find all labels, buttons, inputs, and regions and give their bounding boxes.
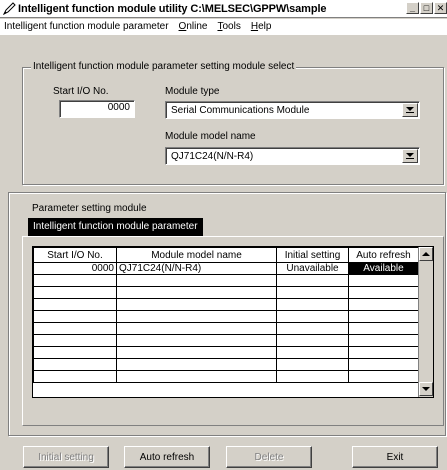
cell-start-io[interactable] bbox=[33, 370, 117, 383]
cell-auto-refresh[interactable] bbox=[348, 274, 419, 287]
chevron-down-icon[interactable] bbox=[402, 103, 418, 117]
menu-help[interactable]: Help bbox=[247, 21, 278, 32]
table-row[interactable] bbox=[33, 298, 419, 311]
module-model-value: QJ71C24(N/N-R4) bbox=[171, 150, 254, 162]
grid-vertical-scrollbar[interactable] bbox=[418, 247, 433, 397]
cell-module-model[interactable] bbox=[116, 370, 277, 383]
scroll-up-button[interactable] bbox=[419, 247, 433, 261]
cell-start-io[interactable] bbox=[33, 322, 117, 335]
close-button[interactable]: ✕ bbox=[434, 2, 447, 14]
menu-tools[interactable]: Tools bbox=[213, 21, 246, 32]
cell-module-model[interactable] bbox=[116, 310, 277, 323]
menu-label-rest: ools bbox=[222, 21, 241, 32]
maximize-button[interactable]: □ bbox=[420, 2, 433, 14]
cell-module-model[interactable] bbox=[116, 334, 277, 347]
parameter-grid: Start I/O No. Module model name Initial … bbox=[32, 246, 434, 398]
module-type-select[interactable]: Serial Communications Module bbox=[165, 101, 420, 119]
cell-start-io[interactable] bbox=[33, 346, 117, 359]
table-row[interactable] bbox=[33, 370, 419, 383]
tab-intelligent-function-module-parameter[interactable]: Intelligent function module parameter bbox=[28, 218, 203, 236]
cell-module-model[interactable] bbox=[116, 286, 277, 299]
menu-label-rest: nline bbox=[186, 21, 208, 32]
cell-initial-setting[interactable] bbox=[276, 310, 349, 323]
menu-label: Intelligent function module parameter bbox=[4, 21, 169, 32]
cell-module-model[interactable] bbox=[116, 298, 277, 311]
cell-module-model[interactable] bbox=[116, 322, 277, 335]
menu-intelligent-function-module-parameter[interactable]: Intelligent function module parameter bbox=[0, 21, 175, 32]
cell-initial-setting[interactable] bbox=[276, 322, 349, 335]
cell-auto-refresh[interactable] bbox=[348, 298, 419, 311]
cell-auto-refresh[interactable] bbox=[348, 334, 419, 347]
column-header-module-model[interactable]: Module model name bbox=[116, 247, 277, 263]
cell-initial-setting[interactable] bbox=[276, 298, 349, 311]
cell-initial-setting[interactable] bbox=[276, 346, 349, 359]
cell-module-model[interactable] bbox=[116, 346, 277, 359]
cell-start-io[interactable] bbox=[33, 358, 117, 371]
window-title: Intelligent function module utility C:\M… bbox=[18, 2, 327, 15]
window-controls: _ □ ✕ bbox=[406, 2, 447, 14]
minimize-button[interactable]: _ bbox=[406, 2, 419, 14]
module-type-value: Serial Communications Module bbox=[171, 104, 310, 116]
cell-module-model[interactable]: QJ71C24(N/N-R4) bbox=[116, 262, 277, 275]
cell-auto-refresh[interactable] bbox=[348, 310, 419, 323]
table-header-row: Start I/O No. Module model name Initial … bbox=[33, 247, 419, 263]
cell-auto-refresh[interactable]: Available bbox=[348, 262, 419, 275]
start-io-input[interactable]: 0000 bbox=[59, 100, 135, 118]
triangle-up-icon bbox=[422, 252, 430, 256]
cell-initial-setting[interactable] bbox=[276, 370, 349, 383]
cell-auto-refresh[interactable] bbox=[348, 322, 419, 335]
column-header-start-io[interactable]: Start I/O No. bbox=[33, 247, 117, 263]
initial-setting-button[interactable]: Initial setting bbox=[23, 446, 109, 468]
cell-start-io[interactable] bbox=[33, 274, 117, 287]
exit-button[interactable]: Exit bbox=[352, 446, 438, 468]
module-type-label: Module type bbox=[165, 86, 220, 97]
cell-start-io[interactable]: 0000 bbox=[33, 262, 117, 275]
cell-initial-setting[interactable] bbox=[276, 274, 349, 287]
cell-module-model[interactable] bbox=[116, 358, 277, 371]
module-select-group: Intelligent function module parameter se… bbox=[22, 61, 444, 185]
pen-icon bbox=[2, 2, 16, 16]
cell-module-model[interactable] bbox=[116, 274, 277, 287]
menu-bar: Intelligent function module parameter On… bbox=[0, 19, 447, 35]
cell-auto-refresh[interactable] bbox=[348, 370, 419, 383]
auto-refresh-button[interactable]: Auto refresh bbox=[124, 446, 210, 468]
cell-initial-setting[interactable] bbox=[276, 358, 349, 371]
cell-start-io[interactable] bbox=[33, 310, 117, 323]
table-row[interactable] bbox=[33, 322, 419, 335]
delete-button[interactable]: Delete bbox=[226, 446, 312, 468]
table-row[interactable] bbox=[33, 334, 419, 347]
app-window: Intelligent function module utility C:\M… bbox=[0, 0, 447, 470]
parameter-table: Start I/O No. Module model name Initial … bbox=[33, 247, 419, 383]
parameter-setting-group-title: Parameter setting module bbox=[32, 203, 147, 214]
menu-accel: H bbox=[250, 21, 259, 32]
table-row[interactable] bbox=[33, 310, 419, 323]
menu-label-rest: elp bbox=[258, 21, 272, 32]
column-header-initial-setting[interactable]: Initial setting bbox=[276, 247, 349, 263]
cell-auto-refresh[interactable] bbox=[348, 358, 419, 371]
table-row[interactable]: 0000 QJ71C24(N/N-R4) Unavailable Availab… bbox=[33, 262, 419, 275]
cell-initial-setting[interactable] bbox=[276, 334, 349, 347]
module-select-group-title: Intelligent function module parameter se… bbox=[31, 61, 297, 72]
chevron-down-icon[interactable] bbox=[402, 149, 418, 163]
module-model-label: Module model name bbox=[165, 131, 256, 142]
start-io-label: Start I/O No. bbox=[53, 86, 109, 97]
cell-auto-refresh[interactable] bbox=[348, 346, 419, 359]
cell-start-io[interactable] bbox=[33, 334, 117, 347]
column-header-auto-refresh[interactable]: Auto refresh bbox=[348, 247, 419, 263]
cell-start-io[interactable] bbox=[33, 286, 117, 299]
triangle-down-icon bbox=[422, 387, 430, 391]
title-bar: Intelligent function module utility C:\M… bbox=[0, 0, 447, 18]
cell-initial-setting[interactable] bbox=[276, 286, 349, 299]
module-model-select[interactable]: QJ71C24(N/N-R4) bbox=[165, 147, 420, 165]
cell-auto-refresh[interactable] bbox=[348, 286, 419, 299]
table-row[interactable] bbox=[33, 286, 419, 299]
menu-online[interactable]: Online bbox=[175, 21, 214, 32]
table-row[interactable] bbox=[33, 358, 419, 371]
cell-initial-setting[interactable]: Unavailable bbox=[276, 262, 349, 275]
cell-start-io[interactable] bbox=[33, 298, 117, 311]
table-row[interactable] bbox=[33, 346, 419, 359]
scroll-down-button[interactable] bbox=[419, 382, 433, 396]
table-row[interactable] bbox=[33, 274, 419, 287]
